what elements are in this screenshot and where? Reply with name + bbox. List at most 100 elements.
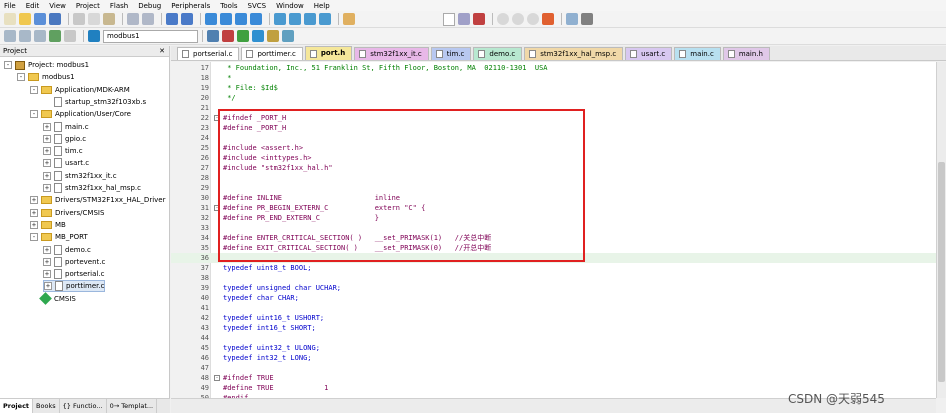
expand-icon[interactable]: + — [43, 245, 51, 254]
collapse-icon[interactable]: - — [30, 110, 38, 119]
tree-item[interactable]: + stm32f1xx_it.c — [43, 170, 117, 182]
menu-item-svcs[interactable]: SVCS — [248, 2, 267, 10]
tree-item[interactable]: + main.c — [43, 121, 89, 133]
open-file-icon[interactable] — [19, 13, 31, 25]
editor-tab[interactable]: usart.c — [625, 47, 673, 60]
expand-icon[interactable]: + — [30, 208, 38, 217]
target-options-icon[interactable] — [207, 30, 219, 42]
incremental-find-icon[interactable] — [473, 13, 485, 25]
editor-tab[interactable]: porttimer.c — [241, 47, 303, 60]
editor-tab[interactable]: demo.c — [473, 47, 523, 60]
bookmark-next-icon[interactable] — [235, 13, 247, 25]
nav-back-icon[interactable] — [166, 13, 178, 25]
menu-item-debug[interactable]: Debug — [138, 2, 161, 10]
editor-tab[interactable]: tim.c — [430, 47, 472, 60]
tree-item[interactable]: + tim.c — [43, 145, 83, 157]
vertical-scrollbar[interactable] — [936, 62, 946, 398]
panel-tab[interactable]: 0→ Templat... — [107, 399, 158, 413]
window-icon[interactable] — [566, 13, 578, 25]
expand-icon[interactable]: + — [43, 134, 51, 143]
tree-item[interactable]: + portserial.c — [43, 268, 104, 280]
redo-icon[interactable] — [142, 13, 154, 25]
menu-item-file[interactable]: File — [4, 2, 16, 10]
bookmark-clear-icon[interactable] — [250, 13, 262, 25]
stop-build-icon[interactable] — [64, 30, 76, 42]
tree-item[interactable]: + stm32f1xx_hal_msp.c — [43, 182, 141, 194]
select-packs-icon[interactable] — [252, 30, 264, 42]
uncomment-icon[interactable] — [319, 13, 331, 25]
menu-item-help[interactable]: Help — [314, 2, 330, 10]
tree-item[interactable]: - Project: modbus1 — [4, 59, 89, 71]
collapse-icon[interactable]: - — [17, 73, 25, 82]
find-icon[interactable] — [458, 13, 470, 25]
pack-installer-icon[interactable] — [282, 30, 294, 42]
indent-icon[interactable] — [274, 13, 286, 25]
fold-toggle-icon[interactable]: - — [214, 375, 220, 381]
tree-item[interactable]: + portevent.c — [43, 256, 105, 268]
nav-forward-icon[interactable] — [181, 13, 193, 25]
rebuild-icon[interactable] — [34, 30, 46, 42]
build-icon[interactable] — [19, 30, 31, 42]
tree-item[interactable]: + porttimer.c — [43, 280, 106, 293]
breakpoint-disable-icon[interactable] — [527, 13, 539, 25]
expand-icon[interactable]: + — [44, 282, 52, 291]
expand-icon[interactable]: + — [30, 220, 38, 229]
tree-item[interactable]: CMSIS — [30, 292, 76, 306]
find-combo[interactable] — [443, 12, 455, 26]
expand-icon[interactable]: + — [43, 184, 51, 192]
panel-tab[interactable]: {} Functio... — [60, 399, 107, 413]
menu-item-window[interactable]: Window — [276, 2, 304, 10]
tree-item[interactable]: + gpio.c — [43, 133, 86, 145]
manage-components-icon[interactable] — [222, 30, 234, 42]
tree-item[interactable]: - Application/User/Core — [30, 108, 131, 120]
save-icon[interactable] — [34, 13, 46, 25]
save-all-icon[interactable] — [49, 13, 61, 25]
editor-tab[interactable]: port.h — [304, 46, 353, 60]
new-file-icon[interactable] — [4, 13, 16, 25]
collapse-icon[interactable]: - — [4, 61, 12, 69]
copy-icon[interactable] — [88, 13, 100, 25]
download-icon[interactable] — [49, 30, 61, 42]
panel-tab[interactable]: Project — [0, 399, 34, 413]
tree-item[interactable]: - MB_PORT — [30, 231, 88, 243]
menu-item-flash[interactable]: Flash — [110, 2, 128, 10]
expand-icon[interactable]: + — [30, 196, 38, 205]
tree-item[interactable]: + demo.c — [43, 244, 91, 256]
editor-tab[interactable]: stm32f1xx_hal_msp.c — [524, 47, 624, 60]
options-icon[interactable] — [88, 30, 100, 42]
undo-icon[interactable] — [127, 13, 139, 25]
tree-item[interactable]: startup_stm32f103xb.s — [43, 96, 146, 108]
collapse-icon[interactable]: - — [30, 233, 38, 242]
bookmark-icon[interactable] — [205, 13, 217, 25]
collapse-icon[interactable]: - — [30, 85, 38, 94]
find-in-files-icon[interactable] — [343, 13, 355, 25]
tree-item[interactable]: + usart.c — [43, 157, 89, 169]
expand-icon[interactable]: + — [43, 270, 51, 279]
editor-tab[interactable]: portserial.c — [177, 47, 240, 60]
editor-tab[interactable]: main.h — [722, 47, 770, 60]
expand-icon[interactable]: + — [43, 257, 51, 266]
tree-item[interactable]: - Application/MDK-ARM — [30, 84, 130, 96]
expand-icon[interactable]: + — [43, 171, 51, 180]
tree-item[interactable]: + Drivers/STM32F1xx_HAL_Driver — [30, 194, 165, 206]
panel-close-icon[interactable]: ✕ — [159, 46, 165, 57]
manage-packs-icon[interactable] — [237, 30, 249, 42]
editor-tab[interactable]: stm32f1xx_it.c — [354, 47, 429, 60]
expand-icon[interactable]: + — [43, 147, 51, 156]
menu-item-edit[interactable]: Edit — [26, 2, 40, 10]
breakpoint-kill-icon[interactable] — [542, 13, 554, 25]
tree-item[interactable]: + MB — [30, 219, 66, 231]
paste-icon[interactable] — [103, 13, 115, 25]
translate-icon[interactable] — [4, 30, 16, 42]
target-select[interactable]: modbus1 — [103, 29, 198, 43]
menu-item-view[interactable]: View — [49, 2, 66, 10]
menu-item-project[interactable]: Project — [76, 2, 100, 10]
menu-item-peripherals[interactable]: Peripherals — [171, 2, 210, 10]
menu-item-tools[interactable]: Tools — [220, 2, 237, 10]
scrollbar-thumb[interactable] — [938, 162, 945, 382]
unindent-icon[interactable] — [289, 13, 301, 25]
configure-icon[interactable] — [581, 13, 593, 25]
expand-icon[interactable]: + — [43, 159, 51, 168]
cut-icon[interactable] — [73, 13, 85, 25]
breakpoint-icon[interactable] — [512, 13, 524, 25]
